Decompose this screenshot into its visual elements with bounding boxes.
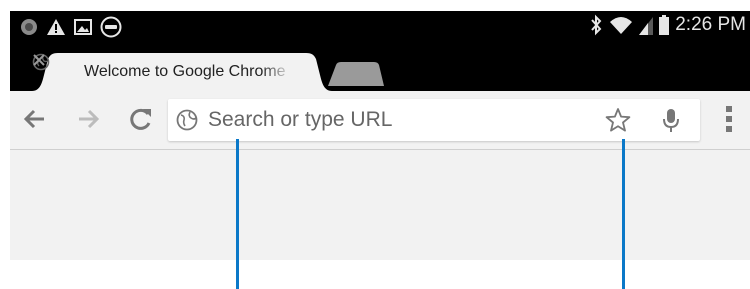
wifi-icon	[610, 17, 633, 34]
tab-strip: Welcome to Google Chrome	[10, 44, 750, 91]
reload-icon[interactable]	[128, 106, 154, 132]
forward-arrow-icon[interactable]	[75, 106, 101, 132]
battery-icon	[659, 15, 670, 35]
tab-close-icon[interactable]	[32, 53, 46, 67]
mic-icon[interactable]	[662, 108, 680, 134]
tab-title: Welcome to Google Chrome	[84, 63, 286, 80]
status-time: 2:26 PM	[675, 14, 746, 35]
status-bar: 2:26 PM	[10, 11, 750, 44]
warning-icon	[47, 19, 65, 35]
signal-icon	[639, 17, 654, 35]
image-icon	[74, 19, 92, 35]
new-tab-button[interactable]	[328, 62, 384, 86]
page-content-area	[10, 150, 750, 260]
toolbar	[10, 91, 750, 150]
tab-active[interactable]: Welcome to Google Chrome	[32, 53, 332, 91]
menu-icon[interactable]	[725, 105, 733, 133]
omnibox[interactable]	[168, 99, 700, 141]
back-arrow-icon[interactable]	[22, 106, 48, 132]
globe-icon	[176, 109, 198, 131]
search-input[interactable]	[208, 105, 588, 135]
app-notification-icon	[21, 19, 37, 35]
callout-line-bookmark	[622, 139, 625, 289]
callout-line-omnibox	[236, 139, 239, 289]
dell-icon	[100, 16, 122, 38]
star-icon[interactable]	[605, 107, 631, 133]
bluetooth-icon	[591, 14, 602, 36]
